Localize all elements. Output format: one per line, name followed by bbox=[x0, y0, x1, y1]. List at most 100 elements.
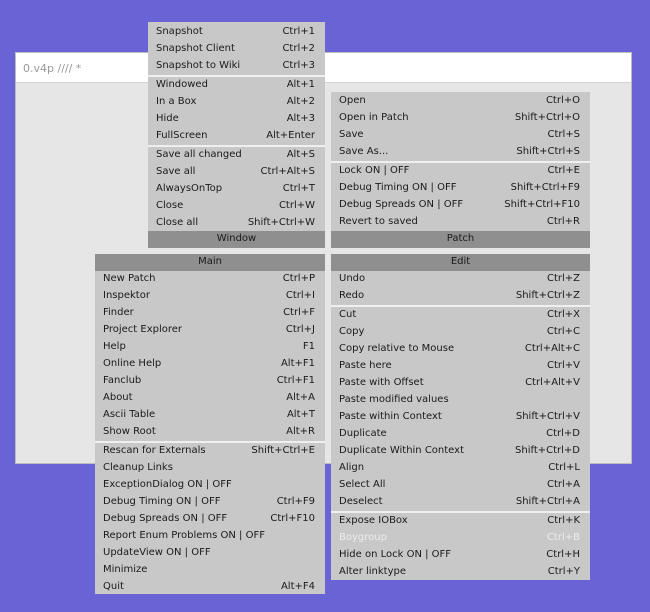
menu-item-label: Online Help bbox=[103, 358, 162, 369]
menu-item-hide[interactable]: Hide Alt+3 bbox=[148, 111, 325, 128]
menu-item-shortcut: Shift+Ctrl+V bbox=[515, 411, 580, 422]
menu-item-fullscreen[interactable]: FullScreen Alt+Enter bbox=[148, 128, 325, 145]
menu-item-shortcut: Ctrl+Alt+S bbox=[260, 166, 315, 177]
menu-item-label: FullScreen bbox=[156, 130, 208, 141]
menu-item-snapshot-client[interactable]: Snapshot Client Ctrl+2 bbox=[148, 41, 325, 58]
menu-item-paste-within-context[interactable]: Paste within Context Shift+Ctrl+V bbox=[331, 409, 590, 426]
menu-item-copy-relative-to-mouse[interactable]: Copy relative to Mouse Ctrl+Alt+C bbox=[331, 341, 590, 358]
menu-item-save-all[interactable]: Save all Ctrl+Alt+S bbox=[148, 164, 325, 181]
menu-item-report-enum-problems[interactable]: Report Enum Problems ON | OFF bbox=[95, 528, 325, 545]
menu-item-label: Expose IOBox bbox=[339, 515, 408, 526]
menu-item-cut[interactable]: Cut Ctrl+X bbox=[331, 307, 590, 324]
menu-item-label: Copy relative to Mouse bbox=[339, 343, 455, 354]
menu-item-shortcut: Alt+1 bbox=[286, 79, 315, 90]
menu-item-snapshot-to-wiki[interactable]: Snapshot to Wiki Ctrl+3 bbox=[148, 58, 325, 75]
menu-item-shortcut: Ctrl+B bbox=[546, 532, 580, 543]
menu-item-help[interactable]: Help F1 bbox=[95, 339, 325, 356]
menu-item-close-all[interactable]: Close all Shift+Ctrl+W bbox=[148, 215, 325, 232]
menu-item-shortcut: Alt+Enter bbox=[266, 130, 315, 141]
menu-item-paste-modified-values[interactable]: Paste modified values bbox=[331, 392, 590, 409]
menu-item-rescan-for-externals[interactable]: Rescan for Externals Shift+Ctrl+E bbox=[95, 443, 325, 460]
menu-item-shortcut: Shift+Ctrl+W bbox=[247, 217, 315, 228]
menu-item-debug-timing[interactable]: Debug Timing ON | OFF Shift+Ctrl+F9 bbox=[331, 180, 590, 197]
menu-item-label: Fanclub bbox=[103, 375, 142, 386]
menu-item-revert-to-saved[interactable]: Revert to saved Ctrl+R bbox=[331, 214, 590, 231]
menu-item-label: New Patch bbox=[103, 273, 156, 284]
menu-item-online-help[interactable]: Online Help Alt+F1 bbox=[95, 356, 325, 373]
menu-item-label: Snapshot Client bbox=[156, 43, 235, 54]
menu-item-undo[interactable]: Undo Ctrl+Z bbox=[331, 271, 590, 288]
menu-item-shortcut: Alt+S bbox=[286, 149, 315, 160]
menu-item-new-patch[interactable]: New Patch Ctrl+P bbox=[95, 271, 325, 288]
menu-item-exception-dialog[interactable]: ExceptionDialog ON | OFF bbox=[95, 477, 325, 494]
menu-item-shortcut: Ctrl+Alt+C bbox=[524, 343, 580, 354]
menu-item-label: Finder bbox=[103, 307, 134, 318]
menu-item-shortcut: Ctrl+C bbox=[546, 326, 580, 337]
menu-item-debug-timing[interactable]: Debug Timing ON | OFF Ctrl+F9 bbox=[95, 494, 325, 511]
menu-item-save-as[interactable]: Save As... Shift+Ctrl+S bbox=[331, 144, 590, 161]
menu-item-expose-iobox[interactable]: Expose IOBox Ctrl+K bbox=[331, 513, 590, 530]
menu-item-shortcut: Ctrl+W bbox=[278, 200, 315, 211]
menu-item-fanclub[interactable]: Fanclub Ctrl+F1 bbox=[95, 373, 325, 390]
menu-item-close[interactable]: Close Ctrl+W bbox=[148, 198, 325, 215]
menu-item-paste-here[interactable]: Paste here Ctrl+V bbox=[331, 358, 590, 375]
menu-item-shortcut: Ctrl+F9 bbox=[276, 496, 315, 507]
menu-item-debug-spreads[interactable]: Debug Spreads ON | OFF Shift+Ctrl+F10 bbox=[331, 197, 590, 214]
menu-item-copy[interactable]: Copy Ctrl+C bbox=[331, 324, 590, 341]
menu-item-about[interactable]: About Alt+A bbox=[95, 390, 325, 407]
menu-item-label: Deselect bbox=[339, 496, 383, 507]
menu-item-shortcut: Alt+R bbox=[286, 426, 315, 437]
menu-item-label: Debug Spreads ON | OFF bbox=[339, 199, 464, 210]
menu-item-hide-on-lock[interactable]: Hide on Lock ON | OFF Ctrl+H bbox=[331, 547, 590, 564]
menu-item-minimize[interactable]: Minimize bbox=[95, 562, 325, 579]
main-menu-header: Main bbox=[95, 254, 325, 271]
menu-item-shortcut: Shift+Ctrl+S bbox=[516, 146, 580, 157]
menu-item-label: Open in Patch bbox=[339, 112, 409, 123]
menu-item-deselect[interactable]: Deselect Shift+Ctrl+A bbox=[331, 494, 590, 511]
menu-item-redo[interactable]: Redo Shift+Ctrl+Z bbox=[331, 288, 590, 305]
menu-item-save-all-changed[interactable]: Save all changed Alt+S bbox=[148, 147, 325, 164]
menu-item-open-in-patch[interactable]: Open in Patch Shift+Ctrl+O bbox=[331, 110, 590, 127]
menu-item-duplicate[interactable]: Duplicate Ctrl+D bbox=[331, 426, 590, 443]
menu-item-cleanup-links[interactable]: Cleanup Links bbox=[95, 460, 325, 477]
menu-item-open[interactable]: Open Ctrl+O bbox=[331, 93, 590, 110]
menu-item-alter-linktype[interactable]: Alter linktype Ctrl+Y bbox=[331, 564, 590, 581]
menu-item-debug-spreads[interactable]: Debug Spreads ON | OFF Ctrl+F10 bbox=[95, 511, 325, 528]
menu-item-label: Duplicate Within Context bbox=[339, 445, 464, 456]
menu-item-duplicate-within-context[interactable]: Duplicate Within Context Shift+Ctrl+D bbox=[331, 443, 590, 460]
menu-item-project-explorer[interactable]: Project Explorer Ctrl+J bbox=[95, 322, 325, 339]
menu-item-label: Debug Timing ON | OFF bbox=[339, 182, 457, 193]
menu-item-always-on-top[interactable]: AlwaysOnTop Ctrl+T bbox=[148, 181, 325, 198]
menu-item-shortcut: Ctrl+D bbox=[546, 428, 580, 439]
menu-item-snapshot[interactable]: Snapshot Ctrl+1 bbox=[148, 24, 325, 41]
menu-item-label: Project Explorer bbox=[103, 324, 183, 335]
menu-item-shortcut: Ctrl+H bbox=[546, 549, 580, 560]
menu-item-windowed[interactable]: Windowed Alt+1 bbox=[148, 77, 325, 94]
menu-item-label: Align bbox=[339, 462, 365, 473]
menu-item-shortcut: Shift+Ctrl+F10 bbox=[504, 199, 580, 210]
menu-item-lock[interactable]: Lock ON | OFF Ctrl+E bbox=[331, 163, 590, 180]
menu-item-update-view[interactable]: UpdateView ON | OFF bbox=[95, 545, 325, 562]
menu-item-in-a-box[interactable]: In a Box Alt+2 bbox=[148, 94, 325, 111]
menu-item-shortcut: Ctrl+I bbox=[285, 290, 315, 301]
menu-item-shortcut: Alt+F4 bbox=[280, 581, 315, 592]
menu-item-label: Quit bbox=[103, 581, 124, 592]
menu-item-inspektor[interactable]: Inspektor Ctrl+I bbox=[95, 288, 325, 305]
menu-item-show-root[interactable]: Show Root Alt+R bbox=[95, 424, 325, 441]
menu-item-shortcut: Ctrl+A bbox=[546, 479, 580, 490]
menu-item-paste-with-offset[interactable]: Paste with Offset Ctrl+Alt+V bbox=[331, 375, 590, 392]
menu-item-label: Help bbox=[103, 341, 126, 352]
menu-item-align[interactable]: Align Ctrl+L bbox=[331, 460, 590, 477]
menu-item-shortcut: Ctrl+E bbox=[547, 165, 581, 176]
menu-item-ascii-table[interactable]: Ascii Table Alt+T bbox=[95, 407, 325, 424]
menu-item-boygroup: Boygroup Ctrl+B bbox=[331, 530, 590, 547]
menu-item-finder[interactable]: Finder Ctrl+F bbox=[95, 305, 325, 322]
menu-item-save[interactable]: Save Ctrl+S bbox=[331, 127, 590, 144]
menu-item-select-all[interactable]: Select All Ctrl+A bbox=[331, 477, 590, 494]
menu-item-label: Minimize bbox=[103, 564, 148, 575]
menu-item-shortcut: Ctrl+1 bbox=[282, 26, 315, 37]
menu-item-shortcut: Ctrl+Z bbox=[546, 273, 580, 284]
menu-item-label: Show Root bbox=[103, 426, 156, 437]
menu-item-quit[interactable]: Quit Alt+F4 bbox=[95, 579, 325, 596]
menu-item-shortcut: Shift+Ctrl+A bbox=[515, 496, 580, 507]
